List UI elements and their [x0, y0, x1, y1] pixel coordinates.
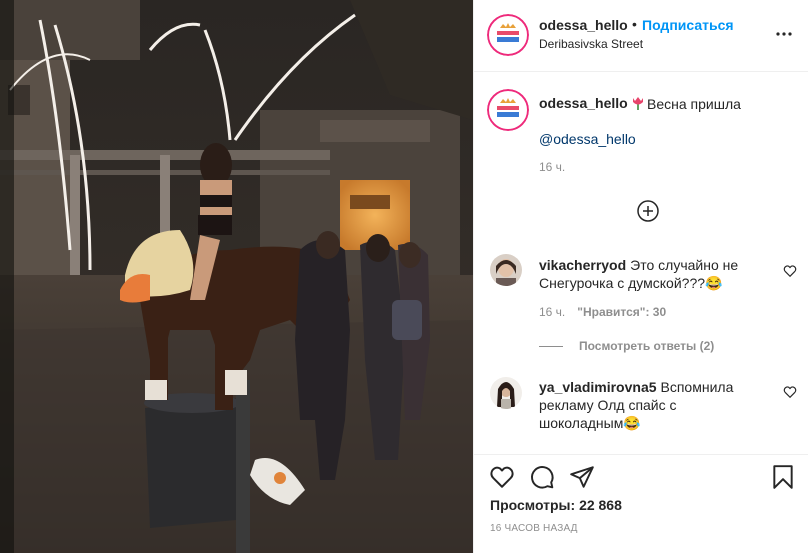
heart-icon[interactable] [783, 385, 797, 399]
commenter-photo-icon [490, 377, 522, 409]
post-header: odessa_hello • Подписаться Deribasivska … [474, 0, 808, 72]
paper-plane-icon[interactable] [569, 464, 595, 490]
comment-meta: 16 ч. "Нравится": 30 [539, 305, 666, 319]
post-location[interactable]: Deribasivska Street [539, 37, 643, 51]
comment-body: ya_vladimirovna5 Вспомнила рекламу Олд сп… [539, 378, 764, 432]
views-count: 22 868 [579, 497, 622, 513]
separator-dot: • [632, 16, 637, 32]
avatar[interactable] [487, 89, 529, 131]
caption-text: Весна пришла [647, 96, 741, 112]
plus-circle-icon[interactable] [636, 199, 660, 223]
avatar[interactable] [490, 377, 522, 409]
views-label: Просмотры: [490, 497, 576, 513]
caption-timestamp[interactable]: 16 ч. [539, 160, 565, 174]
heart-icon[interactable] [783, 264, 797, 278]
comment-author-username[interactable]: vikacherryod [539, 257, 626, 273]
tulip-icon [633, 97, 643, 110]
comment-timestamp[interactable]: 16 ч. [539, 305, 565, 319]
replies-divider [539, 346, 563, 348]
view-replies-label: Посмотреть ответы (2) [579, 339, 715, 353]
bookmark-icon[interactable] [770, 464, 796, 490]
comment-body: vikacherryod Это случайно не Снегурочка с… [539, 256, 764, 292]
avatar[interactable] [490, 254, 522, 286]
heart-icon[interactable] [489, 464, 515, 490]
post-side-panel: odessa_hello • Подписаться Deribasivska … [473, 0, 808, 553]
views-count-row[interactable]: Просмотры: 22 868 [490, 497, 622, 513]
caption-mention-link[interactable]: @odessa_hello [539, 131, 636, 147]
post-date[interactable]: 16 ЧАСОВ НАЗАД [490, 523, 578, 534]
post-video[interactable] [0, 0, 473, 553]
commenter-photo-icon [490, 254, 522, 286]
comment-icon[interactable] [529, 464, 555, 490]
follow-button[interactable]: Подписаться [642, 17, 734, 33]
avatar[interactable] [487, 14, 529, 56]
view-replies-button[interactable]: Посмотреть ответы (2) [539, 339, 714, 353]
caption-text-wrap: Весна пришла [631, 95, 741, 112]
video-frame [0, 0, 473, 553]
odessa-logo-icon [487, 14, 529, 56]
more-horizontal-icon[interactable] [772, 22, 796, 46]
comment-likes-count[interactable]: "Нравится": 30 [577, 305, 666, 319]
caption-author-username[interactable]: odessa_hello [539, 95, 628, 111]
post-actions: Просмотры: 22 868 16 ЧАСОВ НАЗАД [474, 454, 808, 553]
comment-author-username[interactable]: ya_vladimirovna5 [539, 379, 657, 395]
post-author-username[interactable]: odessa_hello [539, 17, 628, 33]
odessa-logo-icon [487, 89, 529, 131]
